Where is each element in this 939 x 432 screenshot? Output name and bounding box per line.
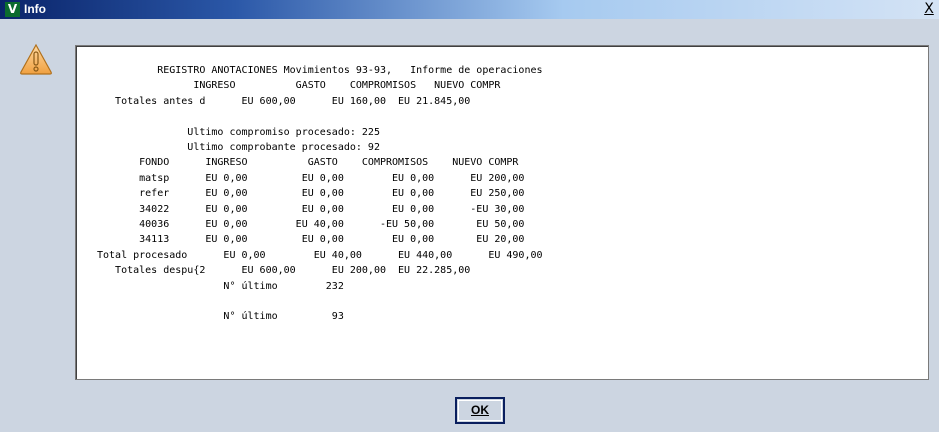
report-panel: REGISTRO ANOTACIONES Movimientos 93-93, … [75, 45, 929, 380]
report-line: Total procesado EU 0,00 EU 40,00 EU 440,… [97, 249, 543, 261]
report-line: 34022 EU 0,00 EU 0,00 EU 0,00 -EU 30,00 [97, 203, 525, 215]
report-line: INGRESO GASTO COMPROMISOS NUEVO COMPR [97, 80, 501, 92]
app-v-icon: V [5, 2, 20, 17]
report-line: 40036 EU 0,00 EU 40,00 -EU 50,00 EU 50,0… [97, 219, 525, 230]
report-line: FONDO INGRESO GASTO COMPROMISOS NUEVO CO… [97, 157, 519, 169]
report-line: 34113 EU 0,00 EU 0,00 EU 0,00 EU 20,00 [97, 234, 525, 246]
window-title: Info [24, 2, 46, 16]
warning-icon [20, 43, 52, 75]
info-dialog-window: V Info X REGISTRO ANOTACIONES Movimiento… [0, 0, 939, 432]
ok-button[interactable]: OK [455, 397, 505, 424]
report-line: refer EU 0,00 EU 0,00 EU 0,00 EU 250,00 [97, 188, 525, 200]
report-line: Ultimo comprobante procesado: 92 [97, 142, 380, 153]
report-line: N° último 232 [97, 280, 344, 292]
close-button[interactable]: X [921, 1, 937, 17]
report-line: REGISTRO ANOTACIONES Movimientos 93-93, … [97, 65, 543, 76]
ok-button-label: OK [471, 403, 489, 417]
report-line: Ultimo compromiso procesado: 225 [97, 126, 380, 138]
title-bar[interactable]: V Info X [0, 0, 939, 19]
report-line: Totales despu{2 EU 600,00 EU 200,00 EU 2… [97, 265, 471, 277]
report-line: matsp EU 0,00 EU 0,00 EU 0,00 EU 200,00 [97, 172, 525, 184]
report-line: Totales antes d EU 600,00 EU 160,00 EU 2… [97, 95, 471, 107]
report-line: N° último 93 [97, 311, 344, 323]
